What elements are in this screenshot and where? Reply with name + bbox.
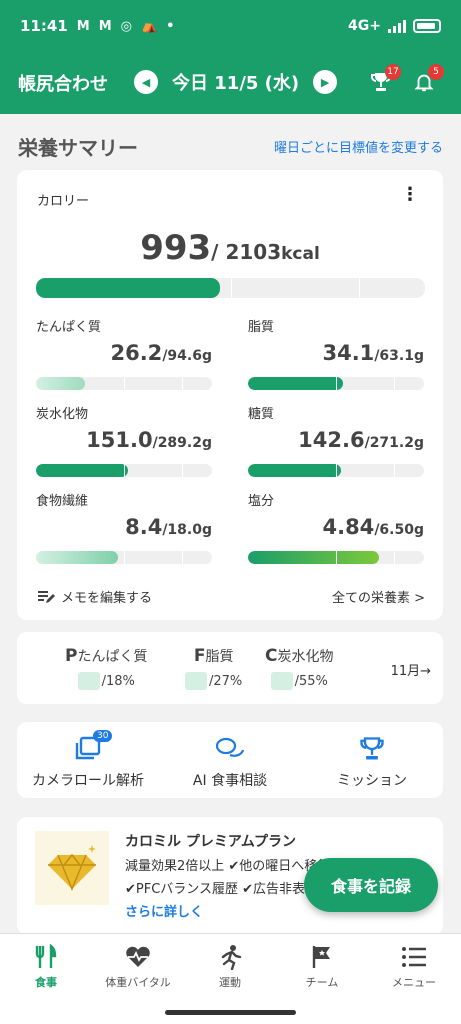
actions-card: 30 カメラロール解析 AI 食事相談 ミッション xyxy=(17,722,443,798)
premium-feature-line-2: ✔PFCバランス履歴 ✔広告非表示 xyxy=(125,882,319,897)
chat-bubbles-icon xyxy=(215,737,245,757)
nutrient-carbs[interactable]: 炭水化物 151.0/289.2g xyxy=(36,403,212,477)
premium-more-link[interactable]: さらに詳しく xyxy=(125,901,203,920)
trophy-badge: 17 xyxy=(385,64,401,80)
heart-pulse-icon xyxy=(126,946,150,967)
calorie-value: 993/ 2103kcal xyxy=(17,228,443,268)
nutrient-name: 食物繊維 xyxy=(36,494,89,509)
mission-button[interactable]: ミッション xyxy=(301,734,443,790)
nutrient-name: 塩分 xyxy=(248,494,275,509)
nutrient-salt[interactable]: 塩分 4.84/6.50g xyxy=(248,490,424,564)
nutrient-fat[interactable]: 脂質 34.1/63.1g xyxy=(248,316,424,390)
nutrient-value: 34.1/63.1g xyxy=(322,341,424,365)
gmail-notification-icon: M xyxy=(98,18,112,34)
pfc-fat: F脂質 /27% xyxy=(185,646,242,690)
calorie-progress-fill xyxy=(36,278,220,298)
nav-exercise[interactable]: 運動 xyxy=(184,942,276,990)
app-header: 帳尻合わせ ◀ 今日 11/5 (水) ▶ 17 5 xyxy=(0,52,461,114)
nutrient-value: 26.2/94.6g xyxy=(110,341,212,365)
calorie-progress-bar xyxy=(36,278,425,298)
pfc-carbs: C炭水化物 /55% xyxy=(265,646,334,690)
premium-title: カロミル プレミアムプラン xyxy=(125,834,297,850)
section-title: 栄養サマリー xyxy=(18,136,138,160)
monthly-pfc-link[interactable]: 11月→ xyxy=(391,660,431,679)
nutrient-value: 142.6/271.2g xyxy=(298,428,424,452)
nutrient-progress-bar xyxy=(36,377,212,390)
camera-roll-analysis-button[interactable]: 30 カメラロール解析 xyxy=(17,730,159,790)
blurred-value xyxy=(270,672,293,690)
nutrient-name: 脂質 xyxy=(248,320,275,335)
bell-badge: 5 xyxy=(428,64,444,80)
camp-notification-icon: ⛺ xyxy=(140,18,158,34)
pfc-balance-card[interactable]: Pたんぱく質 /18% F脂質 /27% C炭水化物 /55% 11月→ xyxy=(17,632,443,704)
nutrient-value: 4.84/6.50g xyxy=(322,515,424,539)
status-bar: 11:41 M M ◎ ⛺ • 4G+ xyxy=(0,0,461,52)
nutrient-value: 8.4/18.0g xyxy=(125,515,212,539)
diamond-icon xyxy=(35,831,109,905)
edit-memo-button[interactable]: メモを編集する xyxy=(37,587,152,606)
current-date[interactable]: 今日 11/5 (水) xyxy=(172,69,299,95)
next-day-button[interactable]: ▶ xyxy=(313,70,338,94)
summary-section-header: 栄養サマリー 曜日ごとに目標値を変更する xyxy=(18,132,443,161)
running-icon xyxy=(221,945,242,970)
flag-icon xyxy=(312,946,330,968)
record-meal-button[interactable]: 食事を記録 xyxy=(304,858,438,912)
instagram-notification-icon: ◎ xyxy=(120,18,132,34)
calorie-target: / 2103 xyxy=(211,240,282,264)
nutrient-progress-bar xyxy=(248,377,424,390)
status-time: 11:41 xyxy=(20,17,68,35)
nutrient-name: 糖質 xyxy=(248,407,275,422)
nav-weight-vital[interactable]: 体重バイタル xyxy=(92,942,184,990)
status-left: 11:41 M M ◎ ⛺ • xyxy=(20,17,174,35)
nutrient-name: 炭水化物 xyxy=(36,407,89,422)
more-notifications-dot: • xyxy=(166,18,175,34)
prev-day-button[interactable]: ◀ xyxy=(134,70,158,94)
ai-consult-label: AI 食事相談 xyxy=(192,773,268,789)
nav-meal[interactable]: 食事 xyxy=(0,942,92,990)
camera-roll-count-badge: 30 xyxy=(93,730,113,742)
nav-menu[interactable]: メニュー xyxy=(368,942,460,990)
nutrient-name: たんぱく質 xyxy=(36,320,102,335)
nutrient-fiber[interactable]: 食物繊維 8.4/18.0g xyxy=(36,490,212,564)
blurred-value xyxy=(185,672,207,690)
camera-roll-label: カメラロール解析 xyxy=(32,773,144,789)
network-type: 4G+ xyxy=(348,18,381,34)
gmail-notification-icon: M xyxy=(76,18,90,34)
change-targets-link[interactable]: 曜日ごとに目標値を変更する xyxy=(274,137,443,156)
home-indicator[interactable] xyxy=(165,1010,296,1015)
calorie-label: カロリー xyxy=(37,194,90,209)
calorie-unit: kcal xyxy=(281,244,320,264)
nutrient-protein[interactable]: たんぱく質 26.2/94.6g xyxy=(36,316,212,390)
edit-note-icon xyxy=(38,590,55,603)
nutrient-value: 151.0/289.2g xyxy=(86,428,212,452)
all-nutrients-link[interactable]: 全ての栄養素 > xyxy=(332,587,425,606)
nutrient-sugar[interactable]: 糖質 142.6/271.2g xyxy=(248,403,424,477)
more-options-icon[interactable]: ⋮ xyxy=(401,184,419,205)
pfc-protein: Pたんぱく質 /18% xyxy=(65,646,148,690)
mission-label: ミッション xyxy=(337,773,407,789)
nutrient-progress-bar xyxy=(36,464,212,477)
calorie-current: 993 xyxy=(140,228,212,268)
notifications-button[interactable]: 5 xyxy=(408,64,444,98)
nutrient-progress-bar xyxy=(36,551,212,564)
signal-icon xyxy=(388,19,406,33)
nutrient-progress-bar xyxy=(248,464,424,477)
nutrient-progress-bar xyxy=(248,551,424,564)
trophy-icon xyxy=(360,737,384,760)
app-title[interactable]: 帳尻合わせ xyxy=(18,70,108,96)
nav-team[interactable]: チーム xyxy=(276,942,368,990)
battery-icon xyxy=(413,19,441,33)
ai-consult-button[interactable]: AI 食事相談 xyxy=(159,734,301,790)
date-navigator: ◀ 今日 11/5 (水) ▶ xyxy=(134,69,338,95)
trophy-button[interactable]: 17 xyxy=(365,64,401,98)
menu-list-icon xyxy=(402,947,426,967)
status-right: 4G+ xyxy=(348,18,441,34)
fork-knife-icon xyxy=(35,944,57,968)
memo-label: メモを編集する xyxy=(61,591,153,606)
blurred-value xyxy=(77,672,100,690)
nutrition-summary-card: カロリー ⋮ 993/ 2103kcal たんぱく質 26.2/94.6g 脂質… xyxy=(17,170,443,620)
